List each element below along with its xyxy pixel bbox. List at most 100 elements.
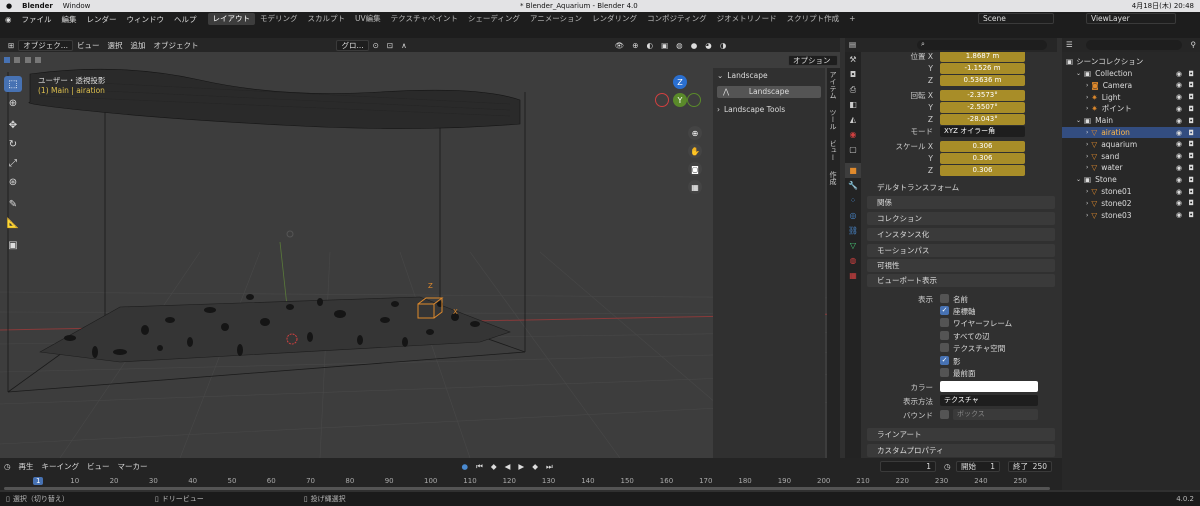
tab-compositing[interactable]: コンポジティング bbox=[642, 13, 712, 25]
apple-icon[interactable]: ● bbox=[6, 2, 12, 10]
tab-shading[interactable]: シェーディング bbox=[463, 13, 525, 25]
world-props-icon[interactable]: ◉ bbox=[845, 127, 861, 142]
scale-tool-icon[interactable]: ⤢ bbox=[4, 155, 22, 171]
show-name-checkbox[interactable] bbox=[940, 294, 949, 303]
transform-orientation[interactable]: グロ... bbox=[336, 39, 369, 51]
tab-item[interactable]: アイテム bbox=[827, 68, 839, 102]
ortho-grid-icon[interactable]: ▦ bbox=[688, 180, 702, 194]
display-as-dropdown[interactable]: テクスチャ bbox=[940, 395, 1038, 406]
select-box-tool-icon[interactable]: ⬚ bbox=[4, 76, 22, 92]
collapse-arrow-icon[interactable]: › bbox=[1086, 164, 1088, 171]
visibility-eye-icon[interactable]: ◉ bbox=[1176, 188, 1182, 196]
bounds-checkbox[interactable] bbox=[940, 410, 949, 419]
view-layer-props-icon[interactable]: ◧ bbox=[845, 97, 861, 112]
render-camera-icon[interactable]: ◘ bbox=[1188, 152, 1194, 160]
render-camera-icon[interactable]: ◘ bbox=[1188, 176, 1194, 184]
show-wireframe-checkbox[interactable] bbox=[940, 318, 949, 327]
visibility-eye-icon[interactable]: ◉ bbox=[1176, 152, 1182, 160]
section-custom-properties[interactable]: カスタムプロパティ bbox=[867, 444, 1055, 457]
menu-keying[interactable]: キーイング bbox=[38, 461, 84, 472]
gizmo-neg-x-icon[interactable] bbox=[655, 93, 669, 107]
outliner-item-collection[interactable]: ⌄ ▣ Collection ◉ ◘ bbox=[1062, 68, 1200, 79]
tab-sculpt[interactable]: スカルプト bbox=[303, 13, 351, 25]
visibility-eye-icon[interactable]: ◉ bbox=[1176, 211, 1182, 219]
visibility-eye-icon[interactable]: ◉ bbox=[1176, 93, 1182, 101]
options-dropdown[interactable]: オプション bbox=[788, 55, 838, 66]
menu-playback[interactable]: 再生 bbox=[15, 461, 38, 472]
outliner-item-camera[interactable]: › ◙ Camera ◉ ◘ bbox=[1062, 80, 1200, 91]
shading-wire-icon[interactable]: ◍ bbox=[672, 41, 687, 50]
menu-window[interactable]: ウィンドウ bbox=[122, 14, 170, 25]
play-reverse-icon[interactable]: ◀ bbox=[501, 462, 515, 471]
end-frame-field[interactable]: 終了 250 bbox=[1008, 461, 1052, 472]
menu-help[interactable]: ヘルプ bbox=[169, 14, 202, 25]
outliner-item-stone[interactable]: ⌄ ▣ Stone ◉ ◘ bbox=[1062, 174, 1200, 185]
next-key-icon[interactable]: ◆ bbox=[528, 462, 542, 471]
render-camera-icon[interactable]: ◘ bbox=[1188, 129, 1194, 137]
mode-selector[interactable]: オブジェク... bbox=[18, 39, 73, 51]
visibility-eye-icon[interactable]: ◉ bbox=[1176, 164, 1182, 172]
outliner-search-input[interactable] bbox=[1086, 40, 1182, 50]
render-camera-icon[interactable]: ◘ bbox=[1188, 105, 1194, 113]
scene-collection-row[interactable]: ▣ シーンコレクション bbox=[1062, 56, 1200, 67]
tab-tool[interactable]: ツール bbox=[827, 106, 839, 133]
visibility-eye-icon[interactable]: ◉ bbox=[1176, 81, 1182, 89]
object-props-icon[interactable]: ■ bbox=[845, 163, 861, 178]
visibility-eye-icon[interactable]: ◉ bbox=[1176, 105, 1182, 113]
outliner-item-aquarium[interactable]: › ▽ aquarium ◉ ◘ bbox=[1062, 139, 1200, 150]
gizmo-icon[interactable]: ⊕ bbox=[628, 41, 642, 50]
tool-props-icon[interactable]: ⚒ bbox=[845, 52, 861, 67]
select-invert-icon[interactable] bbox=[35, 57, 42, 63]
outliner-item-ポイント[interactable]: › ✷ ポイント ◉ ◘ bbox=[1062, 103, 1200, 114]
play-icon[interactable]: ▶ bbox=[514, 462, 528, 471]
menu-render[interactable]: レンダー bbox=[82, 14, 122, 25]
render-props-icon[interactable]: ◘ bbox=[845, 67, 861, 82]
render-camera-icon[interactable]: ◘ bbox=[1188, 199, 1194, 207]
shading-solid-icon[interactable]: ● bbox=[687, 41, 702, 50]
cursor-tool-icon[interactable]: ⊕ bbox=[4, 95, 22, 111]
outliner-item-stone02[interactable]: › ▽ stone02 ◉ ◘ bbox=[1062, 198, 1200, 209]
outliner-item-airation[interactable]: › ▽ airation ◉ ◘ bbox=[1062, 127, 1200, 138]
camera-view-icon[interactable]: ◙ bbox=[688, 162, 702, 176]
editor-type-icon[interactable]: ⊞ bbox=[4, 41, 18, 50]
rotation-x-field[interactable]: -2.3573° bbox=[940, 90, 1025, 101]
shading-render-icon[interactable]: ◑ bbox=[716, 41, 731, 50]
tab-animation[interactable]: アニメーション bbox=[525, 13, 587, 25]
measure-tool-icon[interactable]: 📐 bbox=[4, 215, 22, 231]
properties-search-input[interactable] bbox=[917, 40, 1047, 50]
expand-arrow-icon[interactable]: ⌄ bbox=[1076, 176, 1081, 183]
scene-props-icon[interactable]: ◭ bbox=[845, 112, 861, 127]
data-props-icon[interactable]: ▽ bbox=[845, 238, 861, 253]
collapse-arrow-icon[interactable]: › bbox=[1086, 212, 1088, 219]
visibility-eye-icon[interactable]: ◉ bbox=[1176, 70, 1182, 78]
collapse-arrow-icon[interactable]: › bbox=[1086, 141, 1088, 148]
visibility-eye-icon[interactable]: ◉ bbox=[1176, 176, 1182, 184]
render-camera-icon[interactable]: ◘ bbox=[1188, 117, 1194, 125]
outliner-item-light[interactable]: › ✷ Light ◉ ◘ bbox=[1062, 92, 1200, 103]
render-camera-icon[interactable]: ◘ bbox=[1188, 164, 1194, 172]
visibility-eye-icon[interactable]: ◉ bbox=[1176, 117, 1182, 125]
menu-file[interactable]: ファイル bbox=[17, 14, 57, 25]
collapse-arrow-icon[interactable]: › bbox=[1086, 153, 1088, 160]
tab-view[interactable]: ビュー bbox=[827, 137, 839, 164]
location-z-field[interactable]: 0.53636 m bbox=[940, 75, 1025, 86]
xray-icon[interactable]: ▣ bbox=[657, 41, 672, 50]
tab-modeling[interactable]: モデリング bbox=[255, 13, 303, 25]
landscape-button[interactable]: ⋀ Landscape bbox=[717, 86, 821, 98]
proportional-edit-icon[interactable]: ∧ bbox=[397, 41, 411, 50]
section-motion-paths[interactable]: モーションパス bbox=[867, 244, 1055, 257]
collection-props-icon[interactable]: ▢ bbox=[845, 142, 861, 157]
render-camera-icon[interactable]: ◘ bbox=[1188, 70, 1194, 78]
jump-end-icon[interactable]: ⏭ bbox=[542, 462, 557, 472]
show-shadow-checkbox[interactable]: ✓ bbox=[940, 356, 949, 365]
filter-icon[interactable]: ⚲ bbox=[1191, 40, 1197, 49]
render-camera-icon[interactable]: ◘ bbox=[1188, 188, 1194, 196]
visibility-eye-icon[interactable]: ◉ bbox=[1176, 140, 1182, 148]
move-tool-icon[interactable]: ✥ bbox=[4, 117, 22, 133]
pivot-icon[interactable]: ⊙ bbox=[369, 41, 383, 50]
select-subtract-icon[interactable] bbox=[24, 57, 31, 63]
render-camera-icon[interactable]: ◘ bbox=[1188, 140, 1194, 148]
tab-geometry-nodes[interactable]: ジオメトリノード bbox=[712, 13, 782, 25]
scale-x-field[interactable]: 0.306 bbox=[940, 141, 1025, 152]
gizmo-y-icon[interactable]: Y bbox=[673, 93, 687, 107]
